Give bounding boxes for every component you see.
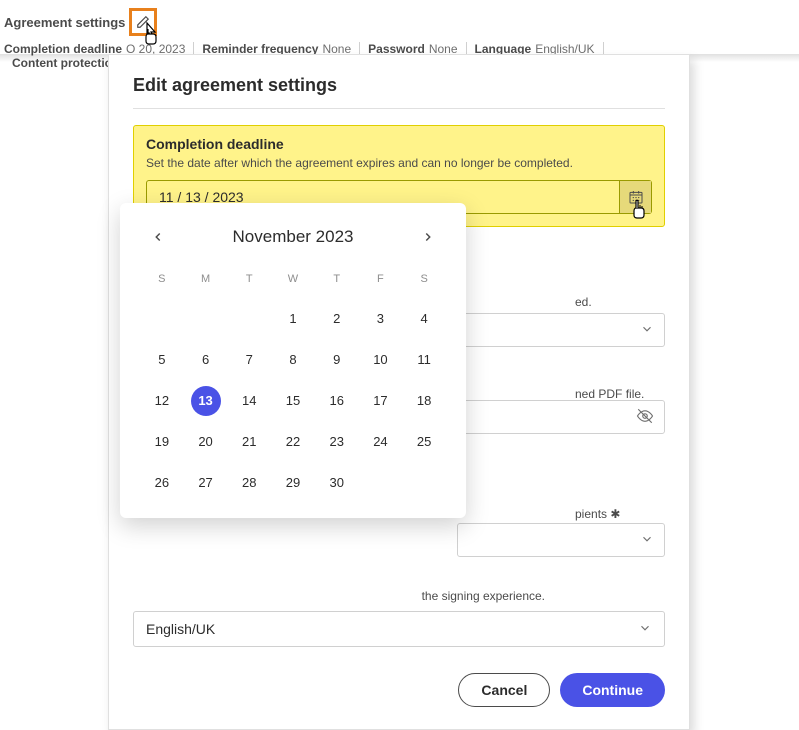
date-picker-popover: November 2023 SMTWTFS1234567891011121314… <box>120 203 466 518</box>
calendar-day[interactable]: 1 <box>271 301 315 336</box>
calendar-day[interactable]: 22 <box>271 424 315 459</box>
reminder-select[interactable] <box>457 313 665 347</box>
chevron-down-icon <box>638 621 652 638</box>
calendar-day[interactable]: 3 <box>359 301 403 336</box>
calendar-day[interactable]: 7 <box>227 342 271 377</box>
next-month-button[interactable] <box>416 225 440 249</box>
modal-button-row: Cancel Continue <box>133 673 665 707</box>
continue-button[interactable]: Continue <box>560 673 665 707</box>
partial-text-2: ned PDF file. <box>575 387 644 401</box>
calendar-day[interactable]: 30 <box>315 465 359 500</box>
chevron-down-icon <box>640 532 654 549</box>
calendar-day[interactable]: 14 <box>227 383 271 418</box>
calendar-day[interactable]: 10 <box>359 342 403 377</box>
calendar-day[interactable]: 15 <box>271 383 315 418</box>
agreement-settings-title: Agreement settings <box>4 15 125 30</box>
calendar-day[interactable]: 13 <box>184 383 228 418</box>
calendar-day[interactable]: 27 <box>184 465 228 500</box>
calendar-month-label: November 2023 <box>233 227 354 247</box>
chevron-down-icon <box>640 322 654 339</box>
header-title-row: Agreement settings <box>4 8 795 36</box>
modal-title: Edit agreement settings <box>133 75 665 96</box>
calendar-day[interactable]: 28 <box>227 465 271 500</box>
partial-text-3: pients ✱ <box>575 507 620 521</box>
password-field[interactable] <box>457 400 665 434</box>
calendar-empty-cell <box>140 301 184 336</box>
calendar-header: November 2023 <box>140 225 446 249</box>
language-selected-value: English/UK <box>146 621 215 637</box>
calendar-day[interactable]: 26 <box>140 465 184 500</box>
calendar-day[interactable]: 25 <box>402 424 446 459</box>
pointer-cursor-icon <box>140 21 162 50</box>
calendar-dow: S <box>402 267 446 295</box>
calendar-dow: T <box>227 267 271 295</box>
calendar-day[interactable]: 18 <box>402 383 446 418</box>
calendar-day[interactable]: 6 <box>184 342 228 377</box>
calendar-dow: F <box>359 267 403 295</box>
calendar-day[interactable]: 5 <box>140 342 184 377</box>
calendar-day[interactable]: 17 <box>359 383 403 418</box>
deadline-section-desc: Set the date after which the agreement e… <box>146 156 652 170</box>
calendar-dow: M <box>184 267 228 295</box>
calendar-day[interactable]: 24 <box>359 424 403 459</box>
calendar-day[interactable]: 21 <box>227 424 271 459</box>
calendar-day[interactable]: 11 <box>402 342 446 377</box>
pointer-cursor-icon <box>628 195 650 224</box>
prev-month-button[interactable] <box>146 225 170 249</box>
edit-settings-button[interactable] <box>129 8 157 36</box>
chevron-left-icon <box>151 230 165 244</box>
calendar-day[interactable]: 20 <box>184 424 228 459</box>
calendar-grid: SMTWTFS123456789101112131415161718192021… <box>140 267 446 500</box>
calendar-empty-cell <box>227 301 271 336</box>
chevron-right-icon <box>421 230 435 244</box>
language-desc: the signing experience. <box>133 589 665 603</box>
cancel-button[interactable]: Cancel <box>458 673 550 707</box>
eye-off-icon[interactable] <box>636 407 654 428</box>
calendar-day[interactable]: 16 <box>315 383 359 418</box>
calendar-day[interactable]: 2 <box>315 301 359 336</box>
calendar-dow: T <box>315 267 359 295</box>
language-select[interactable]: English/UK <box>133 611 665 647</box>
language-section: the signing experience. English/UK <box>133 589 665 647</box>
calendar-day[interactable]: 4 <box>402 301 446 336</box>
deadline-section-title: Completion deadline <box>146 136 652 152</box>
open-calendar-button[interactable] <box>619 181 651 213</box>
calendar-empty-cell <box>184 301 228 336</box>
recipients-select[interactable] <box>457 523 665 557</box>
partial-text-1: ed. <box>575 295 592 309</box>
calendar-dow: S <box>140 267 184 295</box>
calendar-day[interactable]: 23 <box>315 424 359 459</box>
calendar-day[interactable]: 8 <box>271 342 315 377</box>
calendar-day[interactable]: 12 <box>140 383 184 418</box>
calendar-day[interactable]: 29 <box>271 465 315 500</box>
modal-divider <box>133 108 665 109</box>
calendar-day[interactable]: 19 <box>140 424 184 459</box>
calendar-day[interactable]: 9 <box>315 342 359 377</box>
calendar-dow: W <box>271 267 315 295</box>
